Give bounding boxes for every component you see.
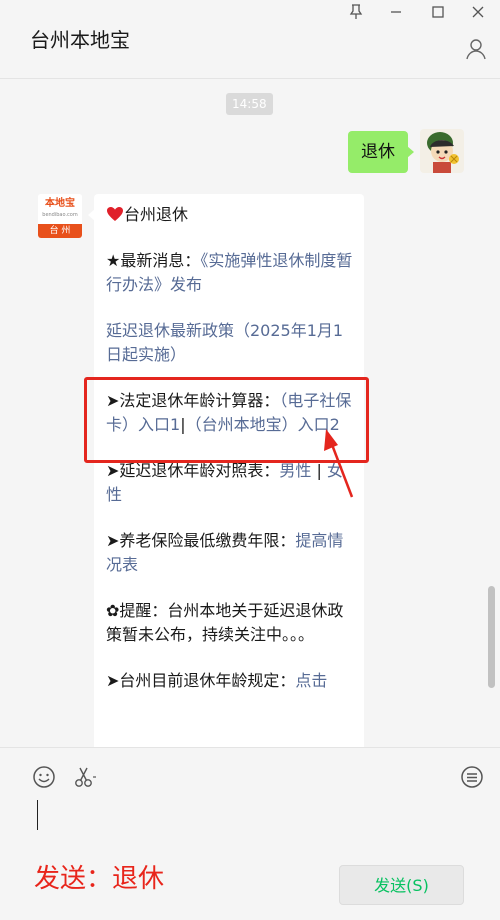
chat-area[interactable]: 14:58 退休 本地宝 bendibao.com 台 州 台州退休 ★最新消息… [0, 79, 500, 747]
send-button[interactable]: 发送(S) [339, 865, 464, 905]
pin-icon[interactable] [342, 4, 370, 26]
minimize-icon[interactable] [382, 4, 410, 26]
pointer-arrow [324, 429, 354, 498]
window-title: 台州本地宝 [30, 28, 130, 52]
emoji-icon[interactable] [31, 764, 57, 790]
title-bar: 台州本地宝 [0, 0, 500, 78]
person-icon[interactable] [466, 38, 486, 60]
chat-scrollbar[interactable] [488, 586, 495, 688]
text-caret [37, 800, 38, 830]
scissors-icon[interactable] [72, 764, 98, 790]
chat-history-icon[interactable] [459, 764, 485, 790]
maximize-icon[interactable] [424, 4, 452, 26]
input-area: 发送：退休 发送(S) [0, 747, 500, 920]
close-icon[interactable] [464, 4, 492, 26]
annotation-text: 发送：退休 [34, 864, 165, 894]
